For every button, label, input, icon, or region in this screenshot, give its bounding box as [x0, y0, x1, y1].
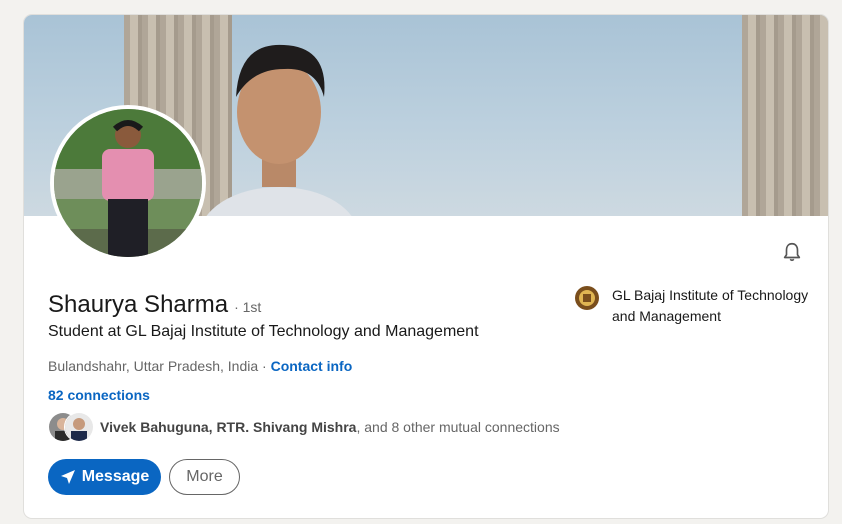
education-item[interactable]: GL Bajaj Institute of Technology and Man…	[574, 285, 812, 327]
profile-name: Shaurya Sharma	[48, 291, 229, 318]
profile-card: Shaurya Sharma · 1st Student at GL Bajaj…	[24, 15, 828, 518]
institute-logo-icon	[575, 286, 599, 310]
education-name: GL Bajaj Institute of Technology and Man…	[612, 287, 809, 324]
mutual-connections[interactable]: Vivek Bahuguna, RTR. Shivang Mishra, and…	[48, 412, 560, 442]
connections-link[interactable]: 82 connections	[48, 387, 150, 403]
send-icon	[60, 470, 75, 484]
mutual-avatars	[48, 412, 94, 442]
name-row: Shaurya Sharma · 1st	[48, 291, 261, 319]
location-separator: ·	[258, 358, 271, 374]
profile-location: Bulandshahr, Uttar Pradesh, India	[48, 358, 259, 374]
bell-icon[interactable]	[781, 241, 803, 263]
message-button[interactable]: Message	[48, 459, 161, 495]
mutual-connections-text: Vivek Bahuguna, RTR. Shivang Mishra, and…	[100, 419, 560, 435]
message-label: Message	[81, 468, 150, 485]
profile-avatar[interactable]	[50, 105, 206, 261]
profile-actions: Message More	[48, 459, 240, 495]
contact-info-link[interactable]: Contact info	[271, 358, 353, 374]
mutual-suffix: , and 8 other mutual connections	[356, 419, 560, 435]
profile-photo	[54, 109, 202, 257]
more-button[interactable]: More	[169, 459, 240, 495]
banner-pillar-right	[742, 15, 828, 216]
profile-headline: Student at GL Bajaj Institute of Technol…	[48, 323, 479, 340]
mutual-avatar	[64, 412, 94, 442]
more-label: More	[186, 468, 223, 485]
mutual-names: Vivek Bahuguna, RTR. Shivang Mishra	[100, 419, 357, 435]
location-row: Bulandshahr, Uttar Pradesh, India · Cont…	[48, 358, 352, 374]
connection-degree: · 1st	[234, 299, 262, 315]
banner-person-photo	[206, 44, 352, 216]
